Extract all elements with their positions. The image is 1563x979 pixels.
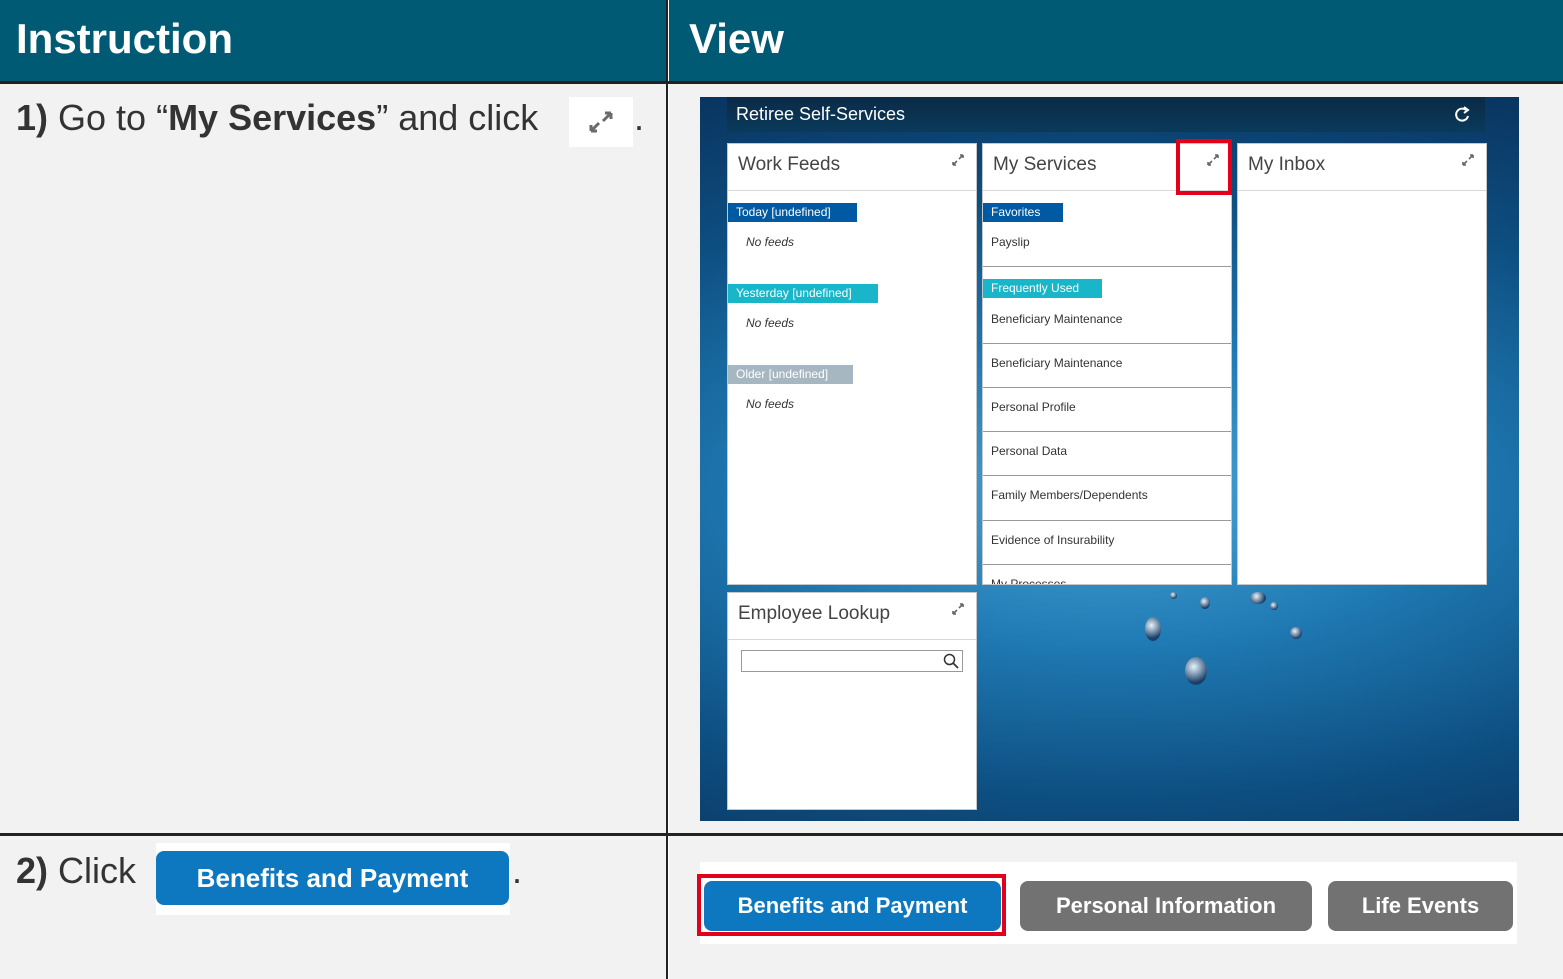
- water-drop: [1170, 592, 1177, 599]
- row-divider: [0, 81, 1563, 84]
- panel-divider: [728, 639, 976, 640]
- service-link[interactable]: Personal Profile: [991, 400, 1076, 414]
- step1-target: My Services: [168, 97, 377, 138]
- employee-lookup-panel: Employee Lookup: [727, 592, 977, 810]
- panel-divider: [1238, 190, 1486, 191]
- water-drop: [1250, 592, 1266, 604]
- no-feeds-text: No feeds: [746, 235, 795, 249]
- water-drop: [1200, 597, 1210, 609]
- step2-period: .: [512, 850, 523, 891]
- expand-icon-sample: [569, 97, 633, 147]
- employee-lookup-title: Employee Lookup: [738, 603, 891, 624]
- service-divider: [983, 343, 1231, 344]
- service-divider: [983, 564, 1231, 565]
- my-services-title: My Services: [993, 154, 1097, 175]
- panel-divider: [728, 190, 976, 191]
- step2-number: 2): [16, 850, 49, 891]
- my-inbox-title: My Inbox: [1248, 154, 1326, 175]
- benefits-and-payment-sample: Benefits and Payment: [156, 851, 509, 905]
- expand-icon: [589, 111, 613, 133]
- instruction-table: Instruction View 1) Go to “My Services” …: [0, 0, 1563, 979]
- header-view: View: [669, 0, 1563, 82]
- personal-information-button[interactable]: Personal Information: [1020, 881, 1312, 931]
- portal-title-bar: Retiree Self-Services: [727, 97, 1485, 132]
- no-feeds-text: No feeds: [746, 316, 795, 330]
- expand-icon[interactable]: [950, 152, 966, 168]
- water-drop: [1270, 602, 1278, 610]
- tab-bar-screenshot: Benefits and Payment Personal Informatio…: [697, 862, 1517, 944]
- step1-text-after: ” and click: [376, 97, 539, 138]
- my-inbox-panel: My Inbox: [1237, 143, 1487, 585]
- service-link[interactable]: My Processes: [991, 577, 1066, 584]
- frequently-used-label: Frequently Used: [983, 279, 1102, 298]
- header-instruction: Instruction: [0, 0, 667, 82]
- no-feeds-text: No feeds: [746, 397, 795, 411]
- service-link[interactable]: Family Members/Dependents: [991, 488, 1148, 502]
- water-drop: [1145, 617, 1161, 641]
- favorites-label: Favorites: [983, 203, 1063, 222]
- step2-text: 2) Click: [16, 850, 136, 892]
- expand-icon-highlight: [1176, 139, 1232, 195]
- step1-instruction-cell: [0, 84, 667, 833]
- service-link[interactable]: Payslip: [991, 235, 1030, 249]
- step2-button-sample-frame: Benefits and Payment: [156, 843, 510, 915]
- expand-icon[interactable]: [950, 601, 966, 617]
- refresh-icon[interactable]: [1453, 105, 1471, 125]
- step1-number: 1): [16, 97, 49, 138]
- column-divider: [666, 0, 668, 979]
- life-events-button[interactable]: Life Events: [1328, 881, 1513, 931]
- service-link[interactable]: Beneficiary Maintenance: [991, 312, 1122, 326]
- today-group-label: Today [undefined]: [728, 203, 857, 222]
- step1-text: 1) Go to “My Services” and click: [16, 97, 538, 139]
- water-drop: [1185, 657, 1207, 685]
- service-divider: [983, 475, 1231, 476]
- work-feeds-title: Work Feeds: [738, 154, 841, 175]
- step2-click: Click: [48, 850, 137, 891]
- my-services-panel: My Services Favorites Payslip Frequently…: [982, 143, 1232, 585]
- water-drop: [1290, 627, 1302, 639]
- service-divider: [983, 431, 1231, 432]
- work-feeds-panel: Work Feeds Today [undefined] No feeds Ye…: [727, 143, 977, 585]
- service-divider: [983, 520, 1231, 521]
- step1-period: .: [634, 97, 645, 138]
- step1-text-before: Go to “: [48, 97, 169, 138]
- service-link[interactable]: Beneficiary Maintenance: [991, 356, 1122, 370]
- service-link[interactable]: Personal Data: [991, 444, 1067, 458]
- older-group-label: Older [undefined]: [728, 365, 853, 384]
- benefits-button-highlight: [697, 874, 1006, 936]
- expand-icon[interactable]: [1460, 152, 1476, 168]
- service-link[interactable]: Evidence of Insurability: [991, 533, 1114, 547]
- service-divider: [983, 266, 1231, 267]
- search-icon[interactable]: [943, 653, 959, 669]
- portal-title: Retiree Self-Services: [736, 104, 906, 124]
- yesterday-group-label: Yesterday [undefined]: [728, 284, 878, 303]
- row-divider: [0, 833, 1563, 836]
- employee-search-input[interactable]: [741, 650, 963, 672]
- portal-screenshot: Retiree Self-Services Work Feeds Today […: [700, 97, 1519, 821]
- service-divider: [983, 387, 1231, 388]
